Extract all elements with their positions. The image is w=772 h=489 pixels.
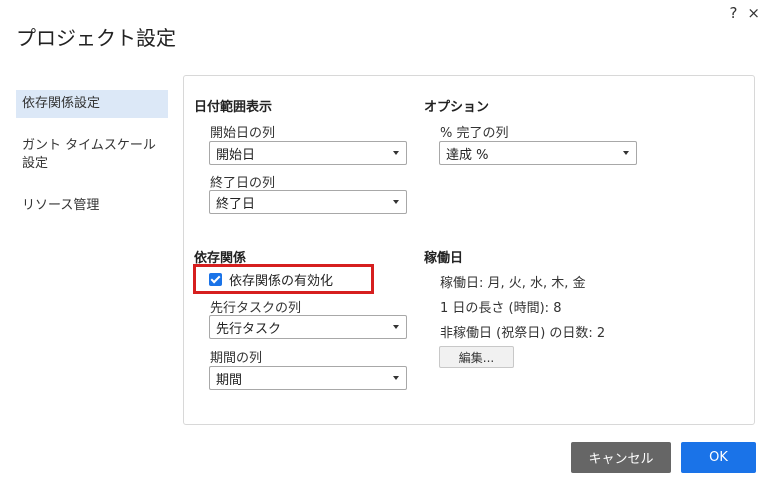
enable-dependencies-label: 依存関係の有効化: [229, 273, 334, 289]
cancel-button[interactable]: キャンセル: [571, 442, 671, 473]
start-date-column-value: 開始日: [216, 147, 256, 163]
working-days-heading: 稼働日: [424, 251, 464, 266]
predecessor-column-select[interactable]: 先行タスク: [209, 315, 407, 339]
ok-button[interactable]: OK: [681, 442, 756, 473]
chevron-down-icon: [623, 151, 629, 155]
chevron-down-icon: [393, 151, 399, 155]
chevron-down-icon: [393, 325, 399, 329]
working-days-text: 稼働日: 月, 火, 水, 木, 金: [440, 276, 586, 291]
dialog-title: プロジェクト設定: [16, 26, 176, 50]
sidebar-item-dependencies[interactable]: 依存関係設定: [16, 90, 168, 118]
edit-working-days-button[interactable]: 編集...: [439, 346, 514, 368]
predecessor-column-value: 先行タスク: [216, 321, 282, 337]
end-date-column-select[interactable]: 終了日: [209, 190, 407, 214]
date-range-heading: 日付範囲表示: [194, 100, 273, 115]
duration-column-label: 期間の列: [210, 351, 263, 366]
end-date-column-value: 終了日: [216, 196, 256, 212]
dialog-controls: ? ×: [729, 4, 760, 22]
predecessor-column-label: 先行タスクの列: [210, 301, 302, 316]
percent-complete-column-select[interactable]: 達成 %: [439, 141, 637, 165]
start-date-column-select[interactable]: 開始日: [209, 141, 407, 165]
duration-column-select[interactable]: 期間: [209, 366, 407, 390]
day-length-text: 1 日の長さ (時間): 8: [440, 301, 562, 316]
chevron-down-icon: [393, 376, 399, 380]
percent-complete-column-label: % 完了の列: [440, 126, 509, 141]
options-heading: オプション: [424, 100, 490, 115]
percent-complete-column-value: 達成 %: [446, 147, 489, 163]
end-date-column-label: 終了日の列: [210, 176, 276, 191]
chevron-down-icon: [393, 200, 399, 204]
start-date-column-label: 開始日の列: [210, 126, 276, 141]
enable-dependencies-checkbox[interactable]: 依存関係の有効化: [193, 264, 374, 294]
sidebar-item-resource-management[interactable]: リソース管理: [16, 192, 168, 220]
holidays-count-text: 非稼働日 (祝祭日) の日数: 2: [440, 326, 606, 341]
help-icon[interactable]: ?: [729, 4, 737, 22]
duration-column-value: 期間: [216, 372, 243, 388]
settings-sidebar: 依存関係設定 ガント タイムスケール 設定 リソース管理: [16, 90, 168, 220]
checkbox-checked-icon[interactable]: [209, 272, 222, 286]
sidebar-item-gantt-timescale[interactable]: ガント タイムスケール 設定: [16, 132, 168, 178]
close-icon[interactable]: ×: [747, 4, 760, 22]
